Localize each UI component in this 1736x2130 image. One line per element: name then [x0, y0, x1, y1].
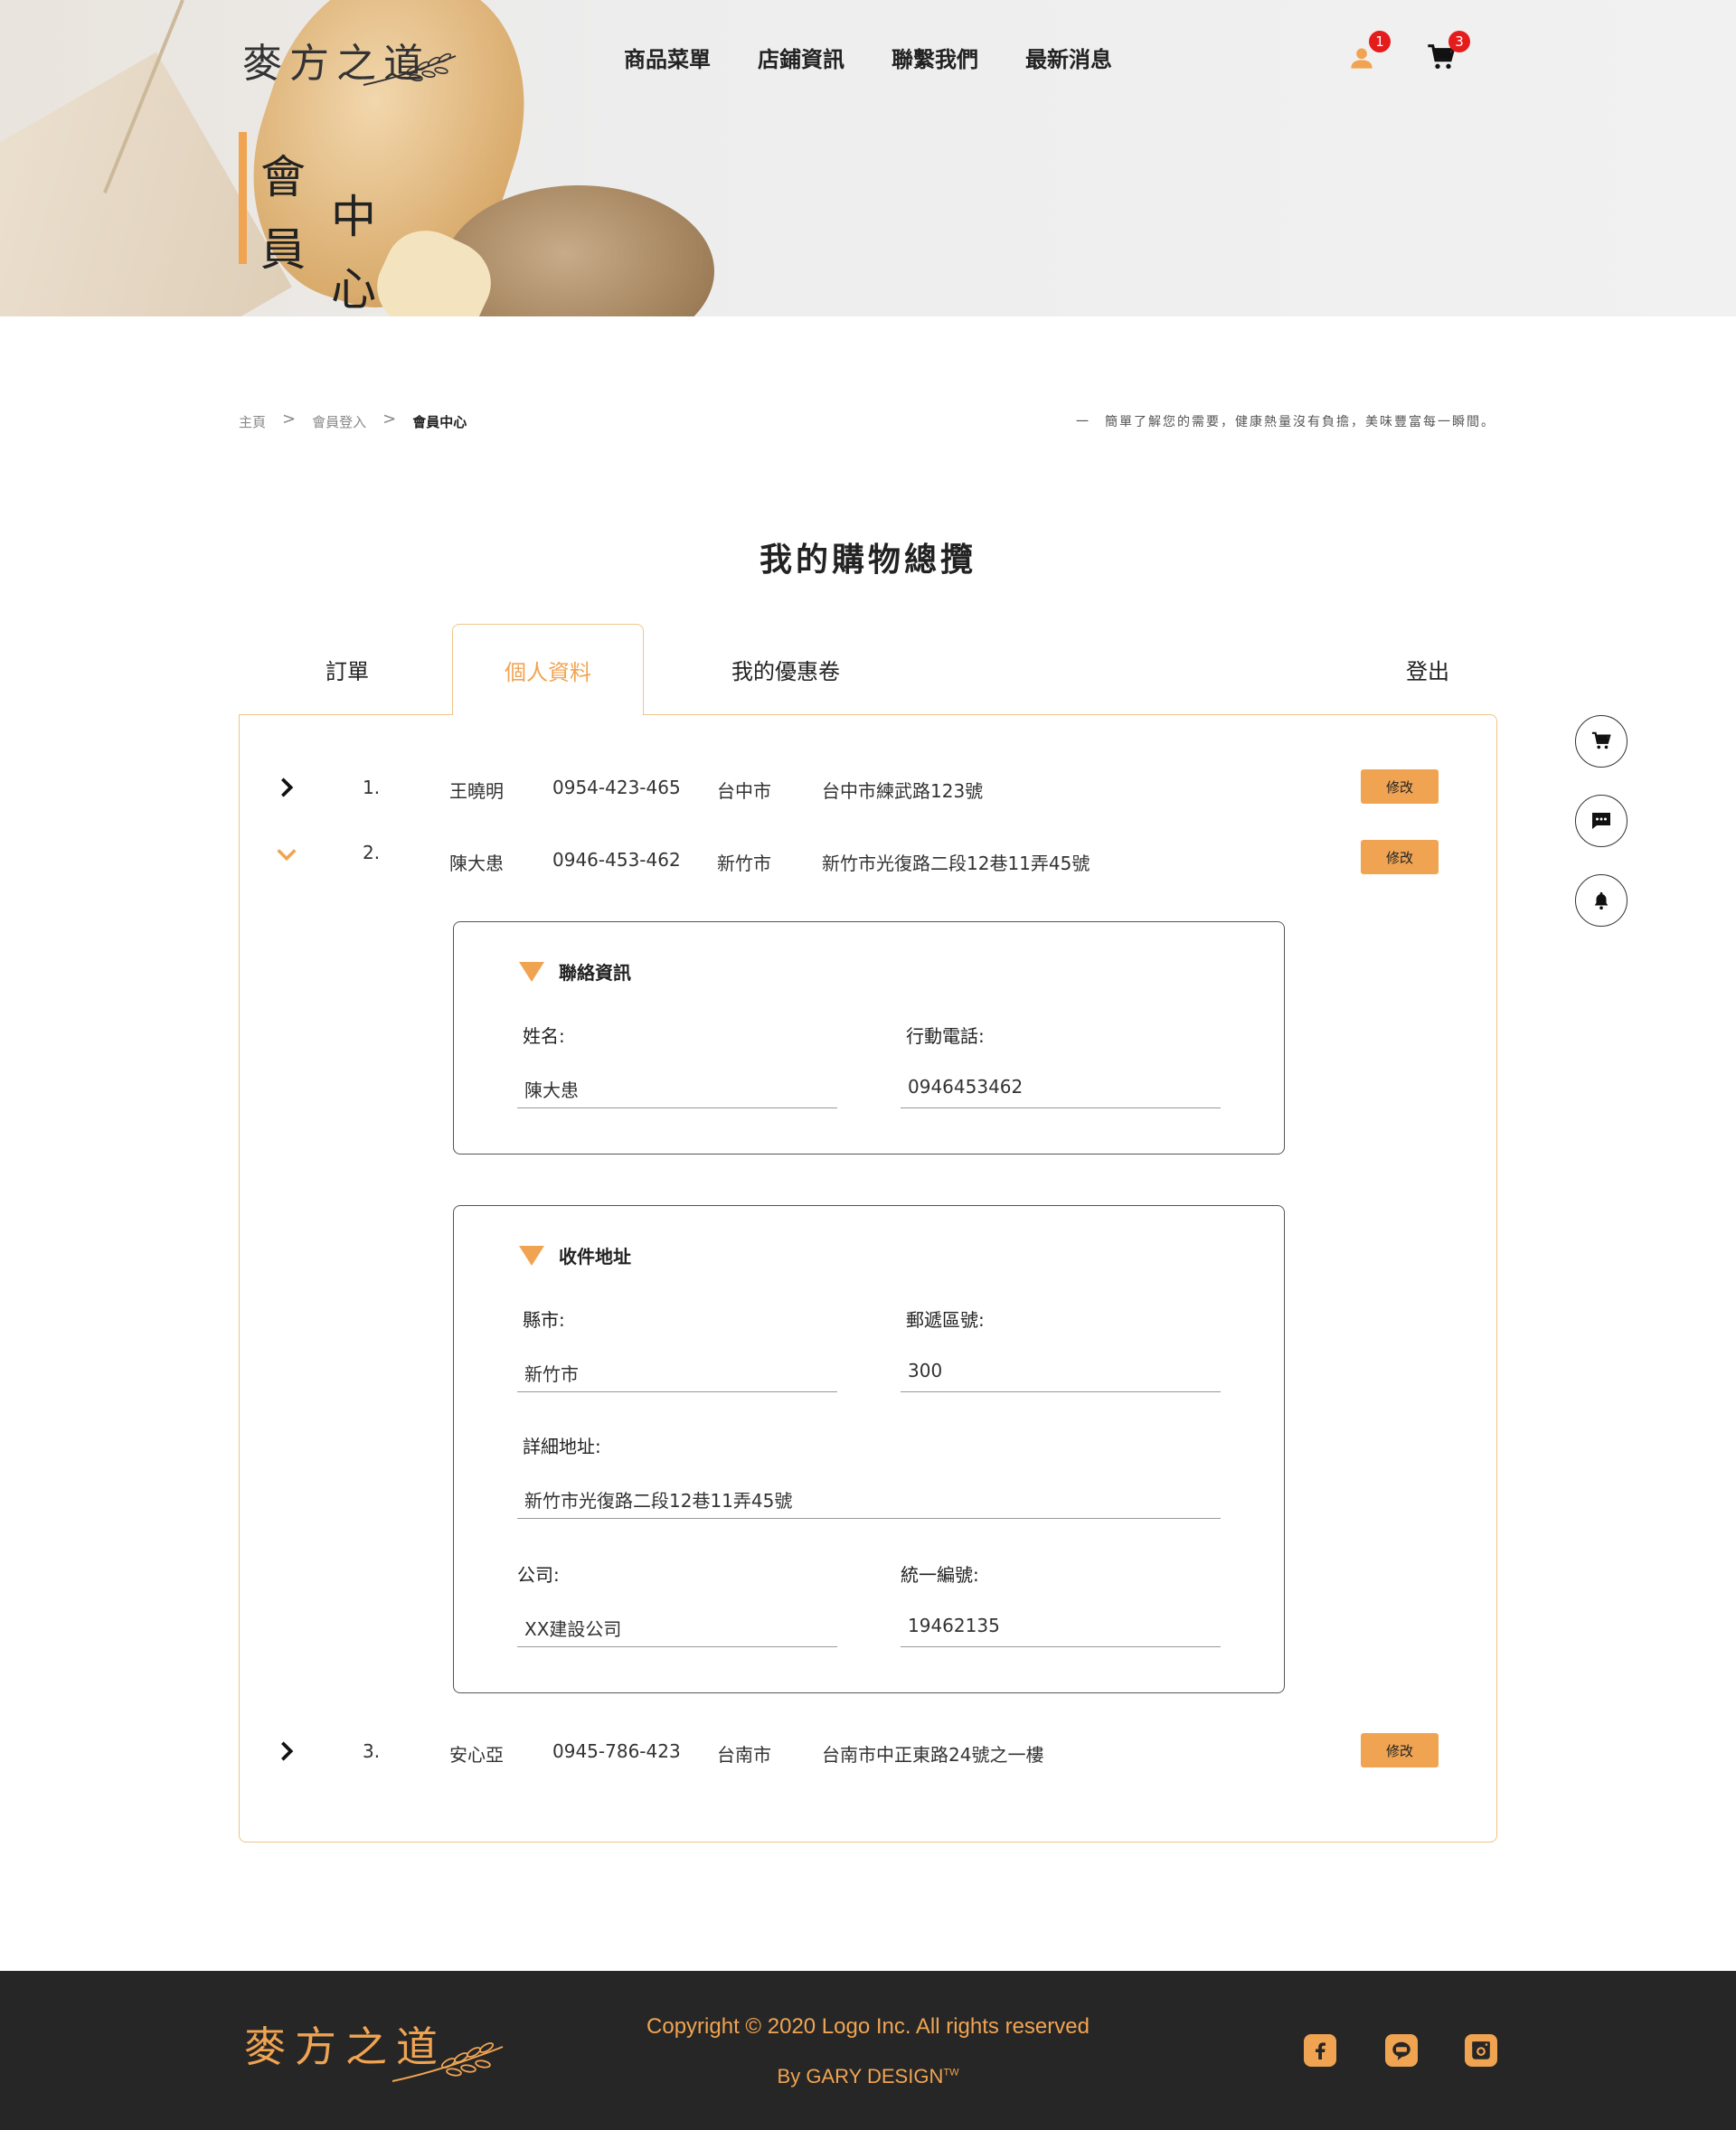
row-index: 3.	[363, 1740, 381, 1762]
main-nav: 商品菜單 店鋪資訊 聯繫我們 最新消息	[624, 42, 1112, 73]
shipping-address-card: 收件地址 縣市: 新竹市 郵遞區號: 300 詳細地址: 新竹市光復路二段12巷…	[453, 1205, 1285, 1693]
contact-info-heading: 聯絡資訊	[519, 958, 631, 985]
address-field[interactable]: 新竹市光復路二段12巷11弄45號	[517, 1475, 1221, 1519]
shipping-heading: 收件地址	[519, 1242, 631, 1268]
hero-title-part2: 中心	[331, 191, 376, 316]
shipping-title: 收件地址	[559, 1246, 631, 1268]
mobile-label: 行動電話:	[906, 1025, 985, 1047]
name-label: 姓名:	[523, 1025, 565, 1047]
triangle-down-icon	[519, 961, 544, 982]
edit-button[interactable]: 修改	[1361, 1733, 1439, 1767]
contact-info-title: 聯絡資訊	[559, 962, 631, 984]
tax-id-field[interactable]: 19462135	[901, 1604, 1221, 1647]
row-index: 2.	[363, 842, 381, 863]
row-address: 台中市練武路123號	[822, 780, 984, 802]
breadcrumb-current: 會員中心	[412, 414, 467, 430]
row-address: 新竹市光復路二段12巷11弄45號	[822, 853, 1090, 874]
breadcrumb-separator: >	[382, 410, 397, 429]
floating-notification-button[interactable]	[1575, 874, 1628, 927]
cart-button[interactable]: 3	[1423, 31, 1470, 76]
row-phone: 0954-423-465	[552, 777, 681, 798]
row-phone: 0945-786-423	[552, 1740, 681, 1762]
row-name: 王曉明	[449, 780, 504, 802]
tab-orders[interactable]: 訂單	[275, 624, 420, 714]
wheat-logo-icon	[363, 52, 457, 86]
bell-icon	[1594, 891, 1609, 910]
floating-chat-button[interactable]	[1575, 795, 1628, 847]
floating-cart-button[interactable]	[1575, 715, 1628, 768]
chevron-right-icon[interactable]	[274, 1739, 299, 1764]
instagram-icon	[1472, 2041, 1490, 2059]
edit-button[interactable]: 修改	[1361, 840, 1439, 874]
nav-item-store-info[interactable]: 店鋪資訊	[758, 42, 844, 73]
designer-credit-text: By GARY DESIGN	[777, 2065, 944, 2088]
facebook-link[interactable]	[1304, 2034, 1336, 2067]
breadcrumb-separator: >	[282, 410, 297, 429]
triangle-down-icon	[519, 1245, 544, 1266]
user-notification-badge: 1	[1369, 31, 1391, 52]
row-phone: 0946-453-462	[552, 849, 681, 871]
tab-coupons[interactable]: 我的優惠卷	[682, 624, 890, 714]
page-title: 我的購物總攬	[759, 542, 976, 579]
row-city: 台南市	[717, 1744, 771, 1766]
user-button[interactable]: 1	[1344, 31, 1391, 76]
edit-button[interactable]: 修改	[1361, 769, 1439, 804]
cart-icon	[1591, 731, 1611, 749]
line-link[interactable]	[1385, 2034, 1418, 2067]
cart-count-badge: 3	[1448, 31, 1470, 52]
user-icon	[1351, 48, 1373, 69]
address-row: 1. 王曉明 0954-423-465 台中市 台中市練武路123號 修改	[240, 769, 1498, 806]
hero-accent-bar	[239, 132, 247, 264]
hero-title-part1: 會員	[260, 151, 306, 276]
breadcrumb-member-login[interactable]: 會員登入	[312, 412, 366, 431]
nav-item-contact[interactable]: 聯繫我們	[892, 42, 978, 73]
address-row: 3. 安心亞 0945-786-423 台南市 台南市中正東路24號之一樓 修改	[240, 1733, 1498, 1769]
row-address: 台南市中正東路24號之一樓	[822, 1744, 1044, 1766]
designer-credit: By GARY DESIGNTW	[0, 2065, 1736, 2088]
zip-field[interactable]: 300	[901, 1349, 1221, 1392]
mobile-field[interactable]: 0946453462	[901, 1065, 1221, 1108]
county-field[interactable]: 新竹市	[517, 1349, 837, 1392]
company-label: 公司:	[517, 1564, 560, 1586]
line-icon	[1392, 2041, 1410, 2060]
company-field[interactable]: XX建設公司	[517, 1604, 837, 1647]
nav-item-news[interactable]: 最新消息	[1025, 42, 1112, 73]
contact-info-card: 聯絡資訊 姓名: 陳大患 行動電話: 0946453462	[453, 921, 1285, 1155]
facebook-icon	[1316, 2042, 1326, 2059]
instagram-link[interactable]	[1465, 2034, 1497, 2067]
tab-profile[interactable]: 個人資料	[452, 624, 644, 715]
trademark-sup: TW	[943, 2067, 959, 2078]
breadcrumb-home[interactable]: 主頁	[239, 412, 266, 431]
breadcrumb: 主頁 > 會員登入 > 會員中心	[239, 410, 467, 431]
tax-id-label: 統一編號:	[901, 1564, 979, 1586]
row-name: 陳大患	[449, 853, 504, 874]
zip-label: 郵遞區號:	[906, 1309, 985, 1331]
chevron-down-icon[interactable]	[274, 842, 299, 867]
county-label: 縣市:	[523, 1309, 565, 1331]
name-field[interactable]: 陳大患	[517, 1065, 837, 1108]
tab-logout[interactable]: 登出	[1369, 624, 1486, 714]
account-tabs: 訂單 個人資料 我的優惠卷 登出	[239, 624, 1497, 715]
nav-item-menu[interactable]: 商品菜單	[624, 42, 711, 73]
chevron-right-icon[interactable]	[274, 775, 299, 800]
profile-panel: 1. 王曉明 0954-423-465 台中市 台中市練武路123號 修改 2.…	[239, 714, 1497, 1843]
tagline: 一 簡單了解您的需要，健康熱量沒有負擔，美味豐富每一瞬間。	[1076, 415, 1495, 429]
address-label: 詳細地址:	[523, 1436, 601, 1457]
chat-icon	[1592, 813, 1610, 829]
address-row-expanded: 2. 陳大患 0946-453-462 新竹市 新竹市光復路二段12巷11弄45…	[240, 840, 1498, 876]
row-city: 台中市	[717, 780, 771, 802]
row-name: 安心亞	[449, 1744, 504, 1766]
row-index: 1.	[363, 777, 381, 798]
row-city: 新竹市	[717, 853, 771, 874]
